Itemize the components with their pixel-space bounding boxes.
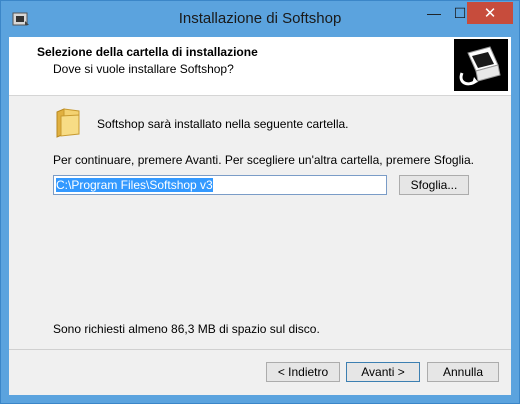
minimize-button[interactable]: — <box>421 2 447 24</box>
install-path-input[interactable]: C:\Program Files\Softshop v3 <box>53 175 387 195</box>
cancel-button[interactable]: Annulla <box>427 362 499 382</box>
install-folder-info: Softshop sarà installato nella seguente … <box>97 117 349 131</box>
page-subtitle: Dove si vuole installare Softshop? <box>53 62 234 76</box>
page-title: Selezione della cartella di installazion… <box>37 45 258 59</box>
instructions-text: Per continuare, premere Avanti. Per sceg… <box>53 153 474 167</box>
dialog-client-area: Selezione della cartella di installazion… <box>9 37 511 395</box>
folder-icon <box>53 106 83 138</box>
installer-window: Installazione di Softshop — ☐ ✕ Selezion… <box>0 0 520 404</box>
installer-logo-icon <box>454 39 508 91</box>
title-bar[interactable]: Installazione di Softshop — ☐ ✕ <box>1 1 519 37</box>
back-button[interactable]: < Indietro <box>266 362 340 382</box>
footer-divider <box>9 349 511 350</box>
browse-button[interactable]: Sfoglia... <box>399 175 469 195</box>
install-path-value: C:\Program Files\Softshop v3 <box>56 178 213 192</box>
wizard-header: Selezione della cartella di installazion… <box>9 37 511 96</box>
disk-space-note: Sono richiesti almeno 86,3 MB di spazio … <box>53 322 320 336</box>
next-button[interactable]: Avanti > <box>346 362 420 382</box>
close-button[interactable]: ✕ <box>467 2 513 24</box>
